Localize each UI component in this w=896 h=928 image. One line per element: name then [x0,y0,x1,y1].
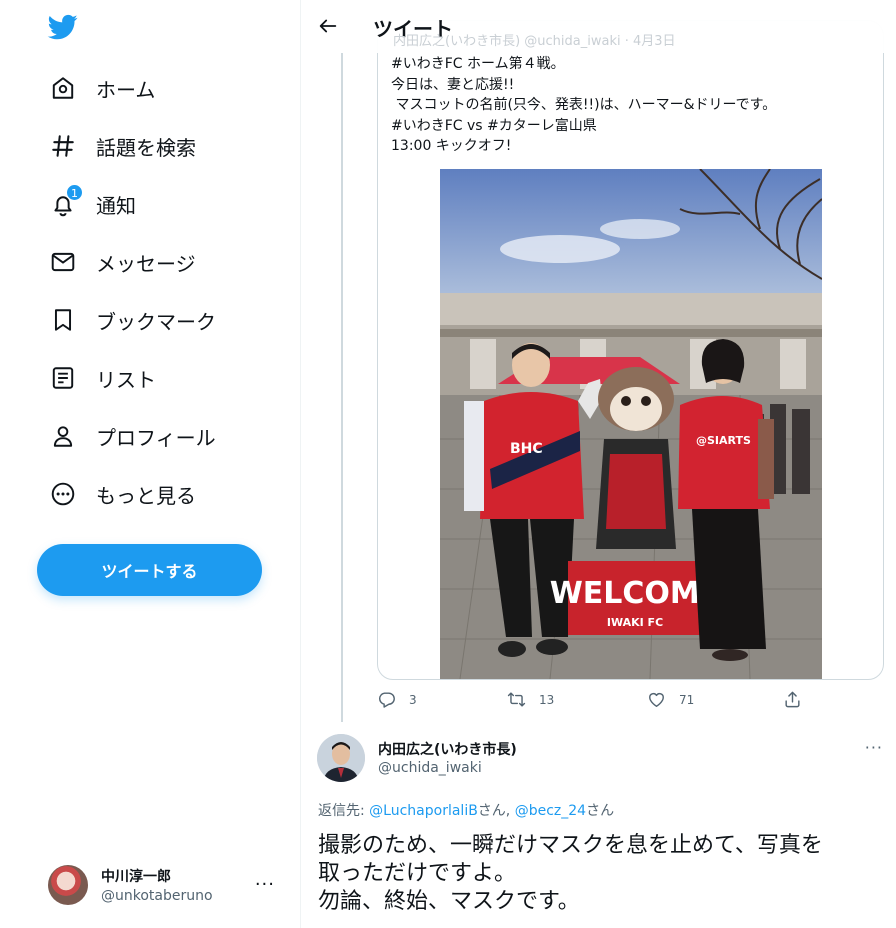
heart-icon [649,692,664,707]
list-icon [50,365,76,391]
retweet-button[interactable]: 13 [507,690,554,709]
tweet-photo[interactable]: BHC WELCOME IWAKI FC @SIARTS [440,169,822,679]
person-icon [50,423,76,449]
sidebar-item-label: メッセージ [96,251,196,276]
envelope-icon [50,249,76,275]
tweet-text: 撮影のため、一瞬だけマスクを息を止めて、写真を 取っただけですよ。 勿論、終始、… [318,833,823,914]
replying-to: 返信先: @LuchaporlaliBさん, @becz_24さん [318,800,614,820]
sidebar-item-label: リスト [96,367,156,392]
reply-count: 3 [409,692,417,707]
sidebar-item-label: もっと見る [96,483,196,508]
hashtag-icon [50,133,76,159]
avatar[interactable] [317,734,365,782]
account-switcher[interactable]: 中川淳一郎 @unkotaberuno ··· [40,856,285,914]
reply-button[interactable]: 3 [377,690,417,709]
sidebar-item-label: プロフィール [96,425,216,450]
author-name[interactable]: 内田広之(いわき市長) [378,739,517,759]
twitter-logo-icon[interactable] [46,12,80,42]
like-button[interactable]: 71 [647,690,694,709]
tweet-text: #いわきFC ホーム第４戦。 今日は、妻と応援!! マスコットの名前(只今、発表… [391,56,777,154]
home-icon [50,75,76,101]
photo-banner-text: WELCOME [550,576,721,611]
sidebar-item-lists[interactable]: リスト [36,352,170,404]
account-handle: @unkotaberuno [101,888,213,904]
sidebar-item-explore[interactable]: 話題を検索 [36,120,210,172]
photo-banner-subtext: IWAKI FC [607,616,663,629]
mention-suffix: さん [586,803,615,819]
sidebar-item-home[interactable]: ホーム [36,62,169,114]
scrolled-author-line: 内田広之(いわき市長) @uchida_iwaki · 4月3日 [393,34,676,49]
sidebar-item-label: 通知 [96,193,136,218]
sidebar-item-profile[interactable]: プロフィール [36,410,230,462]
page-header: ツイート 内田広之(いわき市長) @uchida_iwaki · 4月3日 [301,0,896,53]
notification-badge: 1 [66,184,83,201]
reply-icon [378,692,395,708]
account-name: 中川淳一郎 [101,869,171,885]
mention-link[interactable]: @becz_24 [515,803,586,819]
sidebar-item-more[interactable]: もっと見る [36,468,210,520]
tweet-actions: 3 13 71 [377,690,817,716]
avatar [48,865,88,905]
share-button[interactable] [783,690,802,709]
sidebar-item-label: 話題を検索 [96,135,196,160]
retweet-icon [507,692,526,707]
reply-tweet[interactable]: 内田広之(いわき市長) @uchida_iwaki ··· 返信先: @Luch… [301,722,896,928]
tweet-button[interactable]: ツイートする [37,544,262,596]
retweet-count: 13 [539,692,555,707]
sidebar: ホーム 話題を検索 1 通知 メッセージ ブックマーク リスト プロフィール も… [0,0,300,928]
more-icon[interactable]: ··· [865,738,883,757]
bell-icon: 1 [50,184,83,217]
svg-text:BHC: BHC [510,441,543,457]
sidebar-item-bookmarks[interactable]: ブックマーク [36,294,230,346]
back-arrow-icon[interactable] [317,15,339,37]
sidebar-item-label: ブックマーク [96,309,216,334]
bookmark-icon [50,307,76,333]
more-icon[interactable]: ··· [255,874,275,895]
main-column: #いわきFC ホーム第４戦。 今日は、妻と応援!! マスコットの名前(只今、発表… [300,0,896,928]
mention-link[interactable]: @LuchaporlaliB [369,803,478,819]
mention-suffix: さん, [477,803,515,819]
thread-line [341,53,343,725]
replying-prefix: 返信先: [318,803,370,819]
svg-text:@SIARTS: @SIARTS [696,434,751,447]
sidebar-item-label: ホーム [96,77,156,102]
sidebar-item-messages[interactable]: メッセージ [36,236,210,288]
share-icon [785,691,800,708]
author-handle[interactable]: @uchida_iwaki [378,760,482,776]
sidebar-item-notifications[interactable]: 1 通知 [36,178,150,230]
more-circle-icon [50,481,76,507]
like-count: 71 [679,692,695,707]
